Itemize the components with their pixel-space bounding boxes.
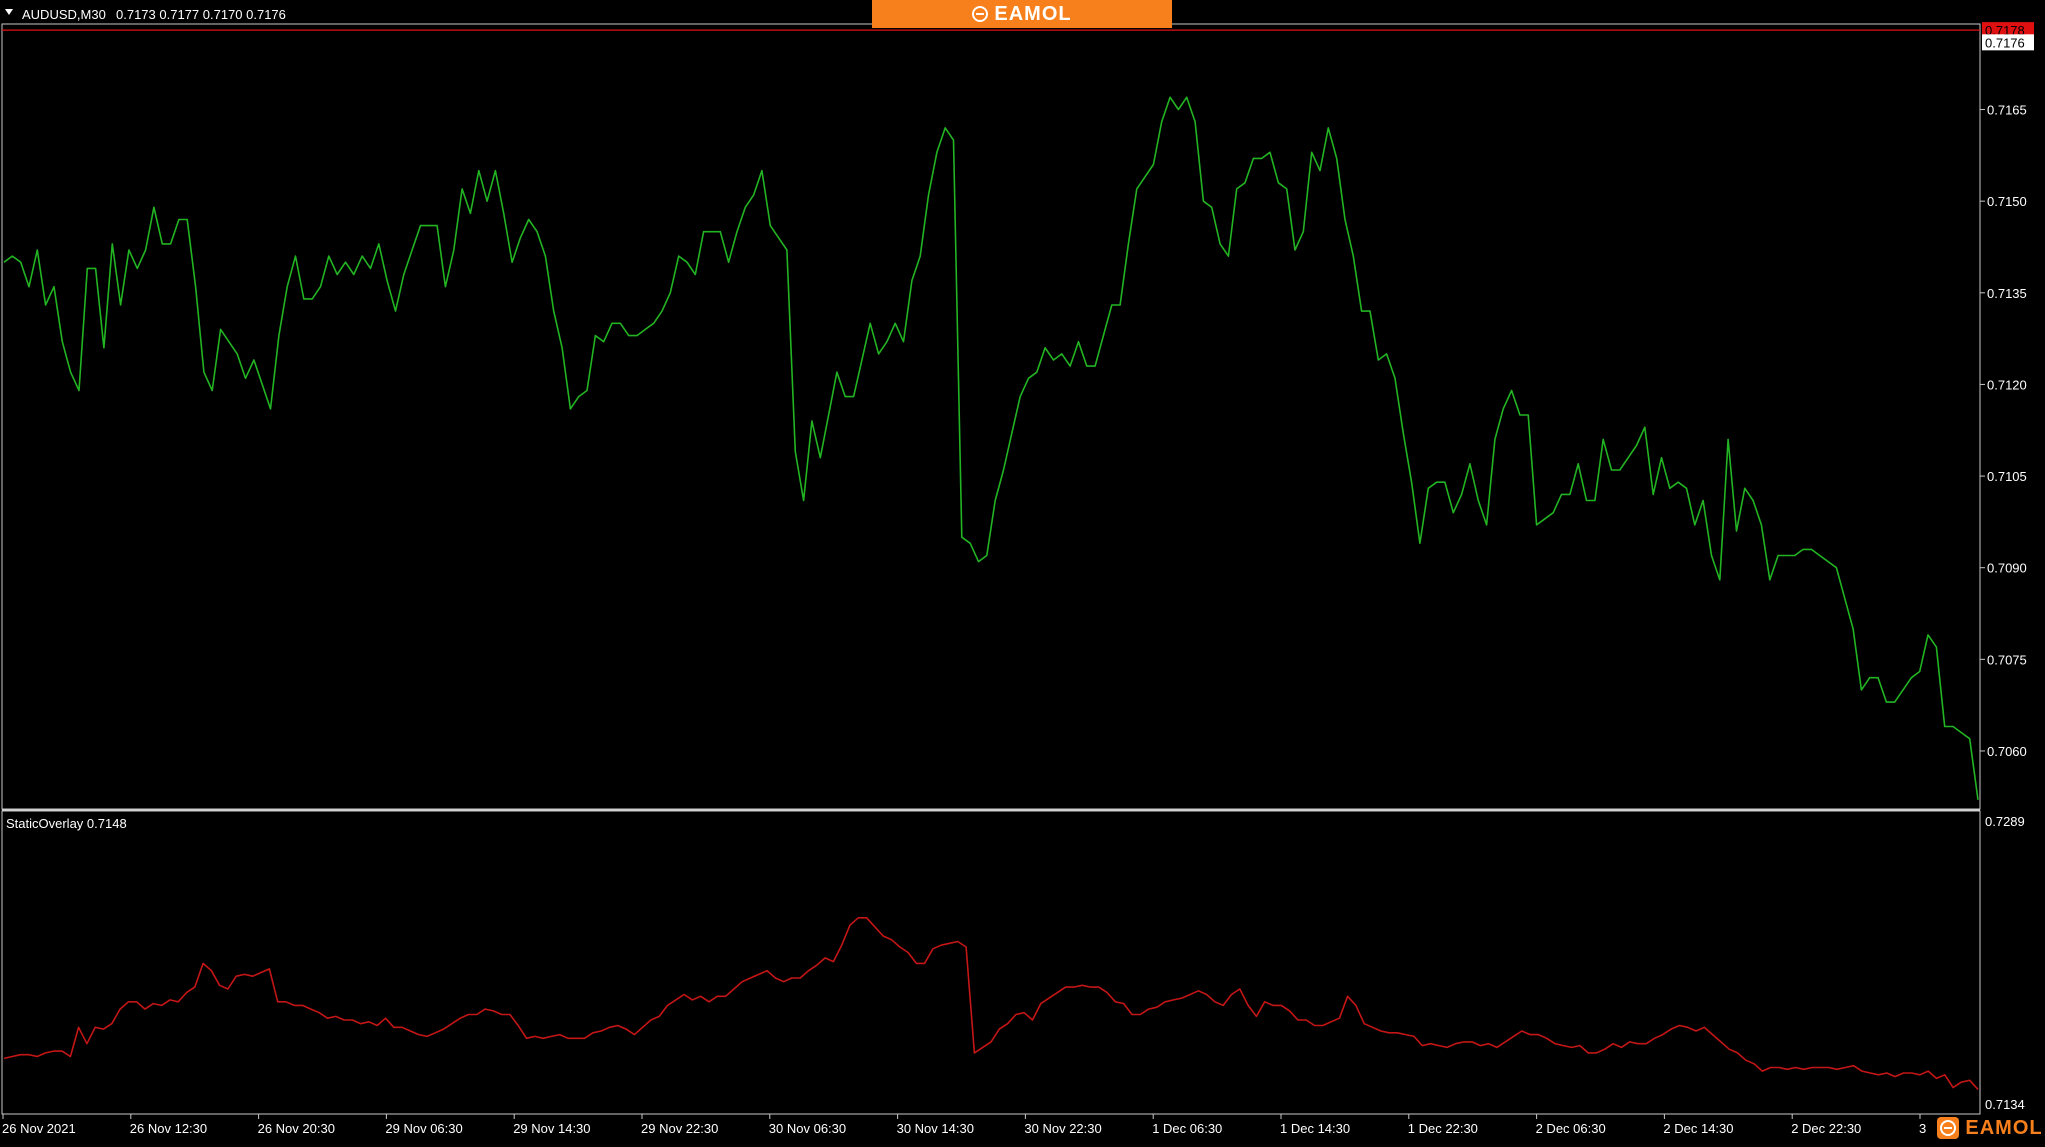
y-tick-label: 0.7090 <box>1987 561 2027 576</box>
y-tick-label: 0.7075 <box>1987 652 2027 667</box>
main-panel-frame <box>1 23 1981 810</box>
y-tick-label: 0.7150 <box>1987 194 2027 209</box>
x-tick-label: 30 Nov 06:30 <box>769 1121 846 1136</box>
sub-panel-frame <box>1 810 1981 1115</box>
main-price-chart[interactable] <box>3 96 1979 800</box>
brand-banner-bottom: EAMOL <box>1935 1114 2045 1142</box>
x-tick-label: 2 Dec 14:30 <box>1663 1121 1733 1136</box>
x-tick-label: 2 Dec 22:30 <box>1791 1121 1861 1136</box>
price-line[interactable] <box>3 96 1979 800</box>
price-tag-label: 0.7176 <box>1985 35 2025 50</box>
indicator-line[interactable] <box>3 916 1979 1090</box>
brand-name-bottom: EAMOL <box>1965 1116 2043 1139</box>
chart-canvas[interactable]: 0.7165 0.7150 0.7135 0.7120 0.7105 0.7090 0.70… <box>0 0 2045 1142</box>
x-tick-label: 29 Nov 22:30 <box>641 1121 718 1136</box>
y-tick-label: 0.7105 <box>1987 469 2027 484</box>
symbol-label: AUDUSD,M30 <box>22 7 106 22</box>
x-tick-label: 26 Nov 20:30 <box>258 1121 335 1136</box>
sub-y-tick-label: 0.7134 <box>1985 1097 2025 1112</box>
brand-name-top: EAMOL <box>994 2 1072 25</box>
x-tick-label: 1 Dec 22:30 <box>1408 1121 1478 1136</box>
x-tick-label: 2 Dec 06:30 <box>1536 1121 1606 1136</box>
eamol-logo-icon <box>1937 1117 1960 1139</box>
x-tick-label: 26 Nov 2021 <box>2 1121 76 1136</box>
trading-chart[interactable]: 0.7165 0.7150 0.7135 0.7120 0.7105 0.7090 0.70… <box>0 0 2045 1142</box>
symbol-dropdown-icon[interactable] <box>5 9 13 15</box>
y-tick-label: 0.7060 <box>1987 744 2027 759</box>
ohlc-values: 0.7173 0.7177 0.7170 0.7176 <box>116 7 286 22</box>
x-tick-label: 29 Nov 06:30 <box>385 1121 462 1136</box>
x-tick-label: 3 <box>1919 1121 1926 1136</box>
eamol-logo-icon <box>972 6 989 22</box>
x-tick-label: 1 Dec 14:30 <box>1280 1121 1350 1136</box>
sub-y-tick-label: 0.7289 <box>1985 814 2025 829</box>
axis-layer: 0.7165 0.7150 0.7135 0.7120 0.7105 0.7090 0.70… <box>2 22 2034 1136</box>
y-tick-label: 0.7165 <box>1987 103 2027 118</box>
brand-banner-top: EAMOL <box>872 0 1172 28</box>
y-tick-label: 0.7135 <box>1987 286 2027 301</box>
y-tick-label: 0.7120 <box>1987 377 2027 392</box>
x-tick-label: 26 Nov 12:30 <box>130 1121 207 1136</box>
indicator-subchart[interactable] <box>3 916 1979 1090</box>
x-tick-label: 1 Dec 06:30 <box>1152 1121 1222 1136</box>
x-tick-label: 30 Nov 14:30 <box>897 1121 974 1136</box>
x-tick-label: 30 Nov 22:30 <box>1024 1121 1101 1136</box>
x-tick-label: 29 Nov 14:30 <box>513 1121 590 1136</box>
indicator-label: StaticOverlay 0.7148 <box>6 816 127 831</box>
